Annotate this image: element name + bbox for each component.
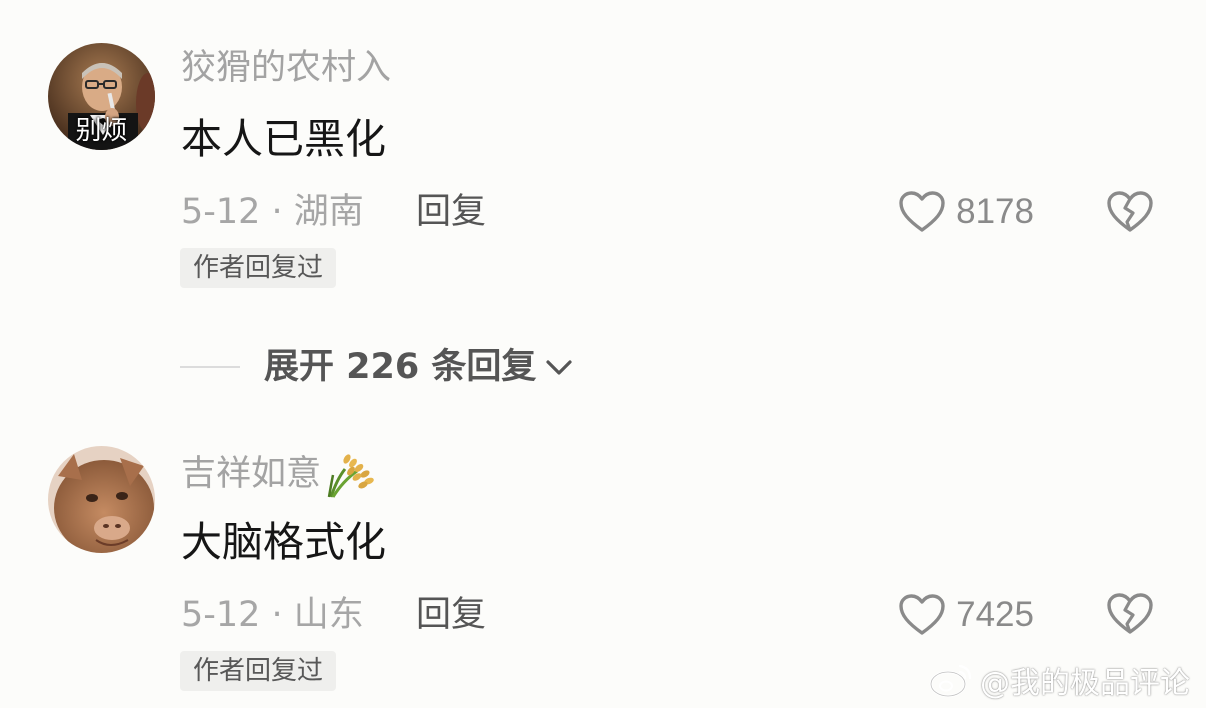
dislike-button[interactable]: [1105, 188, 1155, 238]
broken-heart-icon: [1107, 191, 1153, 232]
like-button[interactable]: 7425: [898, 593, 1034, 637]
reply-button[interactable]: 回复: [416, 593, 486, 637]
dislike-button[interactable]: [1105, 590, 1155, 640]
comment-item: 别烦 狡猾的农村入 本人已黑化 5-12 · 湖南 回复 8178 作者回复过: [0, 0, 1206, 300]
like-count: 8178: [956, 192, 1034, 231]
heart-outline-icon: [899, 191, 945, 232]
like-button[interactable]: 8178: [898, 190, 1034, 234]
author-replied-badge: 作者回复过: [180, 651, 337, 691]
watermark: @我的极品评论: [928, 658, 1190, 702]
avatar[interactable]: [48, 446, 155, 553]
expand-replies-label: 展开 226 条回复: [264, 347, 537, 387]
broken-heart-icon: [1107, 593, 1153, 634]
rice-ear-emoji: [327, 454, 374, 498]
avatar-caption: 别烦: [75, 116, 128, 146]
reply-button[interactable]: 回复: [416, 190, 486, 234]
weibo-logo-icon: [929, 664, 972, 698]
chevron-down-icon: [546, 360, 573, 375]
watermark-text: @我的极品评论: [980, 666, 1190, 701]
username[interactable]: 吉祥如意: [181, 449, 375, 499]
comment-date-location: 5-12 · 湖南: [181, 192, 364, 232]
username[interactable]: 狡猾的农村入: [181, 46, 391, 90]
heart-outline-icon: [899, 594, 945, 635]
like-count: 7425: [956, 595, 1034, 634]
expand-replies-button[interactable]: 展开 226 条回复: [180, 345, 574, 389]
comment-date-location: 5-12 · 山东: [181, 595, 364, 635]
author-replied-badge: 作者回复过: [180, 248, 337, 288]
avatar-image: [48, 446, 155, 553]
comment-text: 本人已黑化: [181, 115, 386, 163]
avatar[interactable]: 别烦: [48, 43, 155, 150]
divider-line: [180, 366, 240, 368]
comment-text: 大脑格式化: [181, 518, 386, 566]
